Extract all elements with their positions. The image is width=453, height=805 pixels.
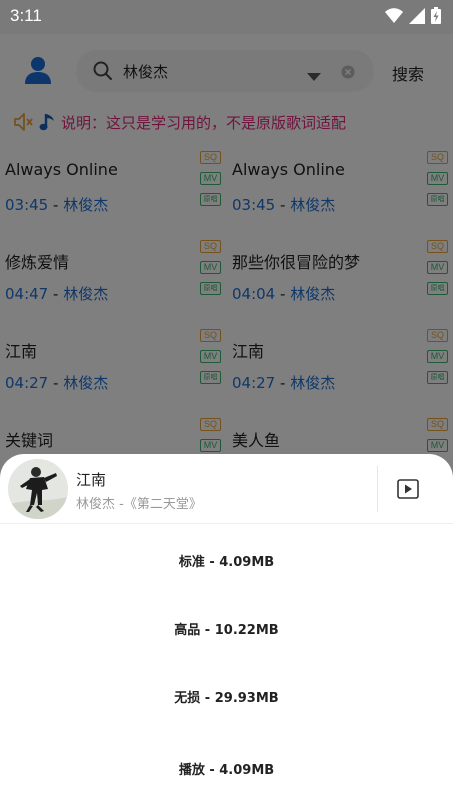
status-time: 3:11	[10, 6, 42, 25]
badge-group: SQ MV 原唱	[200, 240, 221, 303]
play-video-icon[interactable]	[397, 479, 419, 503]
song-title: Always Online	[232, 160, 345, 179]
battery-icon	[431, 7, 441, 24]
original-badge: 原唱	[427, 282, 448, 295]
header-divider	[377, 466, 378, 512]
wifi-icon	[385, 7, 403, 23]
sq-badge: SQ	[427, 418, 448, 431]
notice-text: 说明：这只是学习用的，不是原版歌词适配	[61, 114, 347, 132]
song-duration: 04:47	[5, 285, 49, 303]
speaker-mute-icon	[12, 111, 34, 137]
song-item[interactable]: 江南 04:27 - 林俊杰 SQ MV 原唱	[0, 318, 226, 407]
song-artist: 林俊杰	[63, 374, 109, 392]
mv-badge: MV	[200, 350, 221, 363]
sheet-song-title: 江南	[76, 471, 107, 489]
sq-badge: SQ	[200, 151, 221, 164]
sheet-header: 江南 林俊杰 -《第二天堂》	[0, 454, 453, 524]
mv-badge: MV	[427, 439, 448, 452]
song-item[interactable]: Always Online 03:45 - 林俊杰 SQ MV 原唱	[0, 140, 226, 229]
mv-badge: MV	[427, 261, 448, 274]
clear-circle-icon[interactable]	[341, 64, 355, 83]
song-title: Always Online	[5, 160, 118, 179]
search-input[interactable]: 林俊杰	[123, 61, 168, 82]
sq-badge: SQ	[427, 151, 448, 164]
song-separator: -	[275, 285, 291, 303]
user-icon[interactable]	[22, 54, 54, 86]
badge-group: SQ MV 原唱	[427, 329, 448, 392]
badge-group: SQ MV 原唱	[427, 240, 448, 303]
quality-standard-option[interactable]: 标准 - 4.09MB	[0, 551, 453, 570]
song-meta: 04:27 - 林俊杰	[5, 372, 108, 393]
music-note-icon	[38, 111, 58, 137]
song-separator: -	[48, 374, 64, 392]
badge-group: SQ MV 原唱	[200, 151, 221, 214]
sq-badge: SQ	[200, 240, 221, 253]
song-item[interactable]: 修炼爱情 04:47 - 林俊杰 SQ MV 原唱	[0, 229, 226, 318]
song-title: 江南	[5, 342, 38, 361]
quality-bottom-sheet: 江南 林俊杰 -《第二天堂》 标准 - 4.09MB 高品 - 10.22MB …	[0, 454, 453, 805]
quality-lossless-option[interactable]: 无损 - 29.93MB	[0, 687, 453, 706]
original-badge: 原唱	[427, 371, 448, 384]
song-duration: 04:04	[232, 285, 276, 303]
song-separator: -	[48, 285, 64, 303]
original-badge: 原唱	[427, 193, 448, 206]
song-duration: 04:27	[5, 374, 49, 392]
search-box[interactable]: 林俊杰	[76, 50, 374, 92]
badge-group: SQ MV 原唱	[200, 329, 221, 392]
song-title: 关键词	[5, 431, 54, 450]
song-separator: -	[275, 196, 291, 214]
song-meta: 03:45 - 林俊杰	[5, 194, 108, 215]
song-artist: 林俊杰	[290, 374, 336, 392]
notice-bar: 说明：这只是学习用的，不是原版歌词适配	[0, 108, 453, 138]
song-duration: 03:45	[5, 196, 49, 214]
song-meta: 03:45 - 林俊杰	[232, 194, 335, 215]
quality-high-option[interactable]: 高品 - 10.22MB	[0, 619, 453, 638]
original-badge: 原唱	[200, 193, 221, 206]
sheet-song-subtitle: 林俊杰 -《第二天堂》	[76, 497, 202, 512]
status-bar: 3:11	[0, 0, 453, 34]
song-artist: 林俊杰	[63, 285, 109, 303]
song-separator: -	[48, 196, 64, 214]
song-title: 修炼爱情	[5, 253, 70, 272]
song-item[interactable]: 那些你很冒险的梦 04:04 - 林俊杰 SQ MV 原唱	[227, 229, 453, 318]
signal-icon	[409, 7, 425, 24]
original-badge: 原唱	[200, 282, 221, 295]
original-badge: 原唱	[200, 371, 221, 384]
sq-badge: SQ	[427, 329, 448, 342]
mv-badge: MV	[200, 261, 221, 274]
app-root: 林俊杰 搜索 说明：这只是学习用的，不是原版歌词适配 Always Online…	[0, 0, 453, 805]
song-item[interactable]: Always Online 03:45 - 林俊杰 SQ MV 原唱	[227, 140, 453, 229]
top-bar: 林俊杰 搜索	[0, 34, 453, 108]
song-title: 那些你很冒险的梦	[232, 253, 361, 272]
play-option[interactable]: 播放 - 4.09MB	[0, 759, 453, 778]
song-artist: 林俊杰	[290, 285, 336, 303]
mv-badge: MV	[200, 439, 221, 452]
triangle-down-icon[interactable]	[306, 67, 322, 86]
search-button[interactable]: 搜索	[392, 61, 424, 85]
song-meta: 04:27 - 林俊杰	[232, 372, 335, 393]
status-icons	[385, 7, 441, 24]
sq-badge: SQ	[427, 240, 448, 253]
song-separator: -	[275, 374, 291, 392]
song-title: 美人鱼	[232, 431, 281, 450]
song-artist: 林俊杰	[290, 196, 336, 214]
badge-group: SQ MV 原唱	[427, 151, 448, 214]
mv-badge: MV	[427, 172, 448, 185]
sq-badge: SQ	[200, 329, 221, 342]
song-meta: 04:47 - 林俊杰	[5, 283, 108, 304]
mv-badge: MV	[427, 350, 448, 363]
song-item[interactable]: 江南 04:27 - 林俊杰 SQ MV 原唱	[227, 318, 453, 407]
song-duration: 04:27	[232, 374, 276, 392]
album-cover-image	[8, 459, 68, 519]
mv-badge: MV	[200, 172, 221, 185]
song-title: 江南	[232, 342, 265, 361]
song-meta: 04:04 - 林俊杰	[232, 283, 335, 304]
search-icon	[92, 60, 114, 86]
song-duration: 03:45	[232, 196, 276, 214]
sq-badge: SQ	[200, 418, 221, 431]
song-artist: 林俊杰	[63, 196, 109, 214]
